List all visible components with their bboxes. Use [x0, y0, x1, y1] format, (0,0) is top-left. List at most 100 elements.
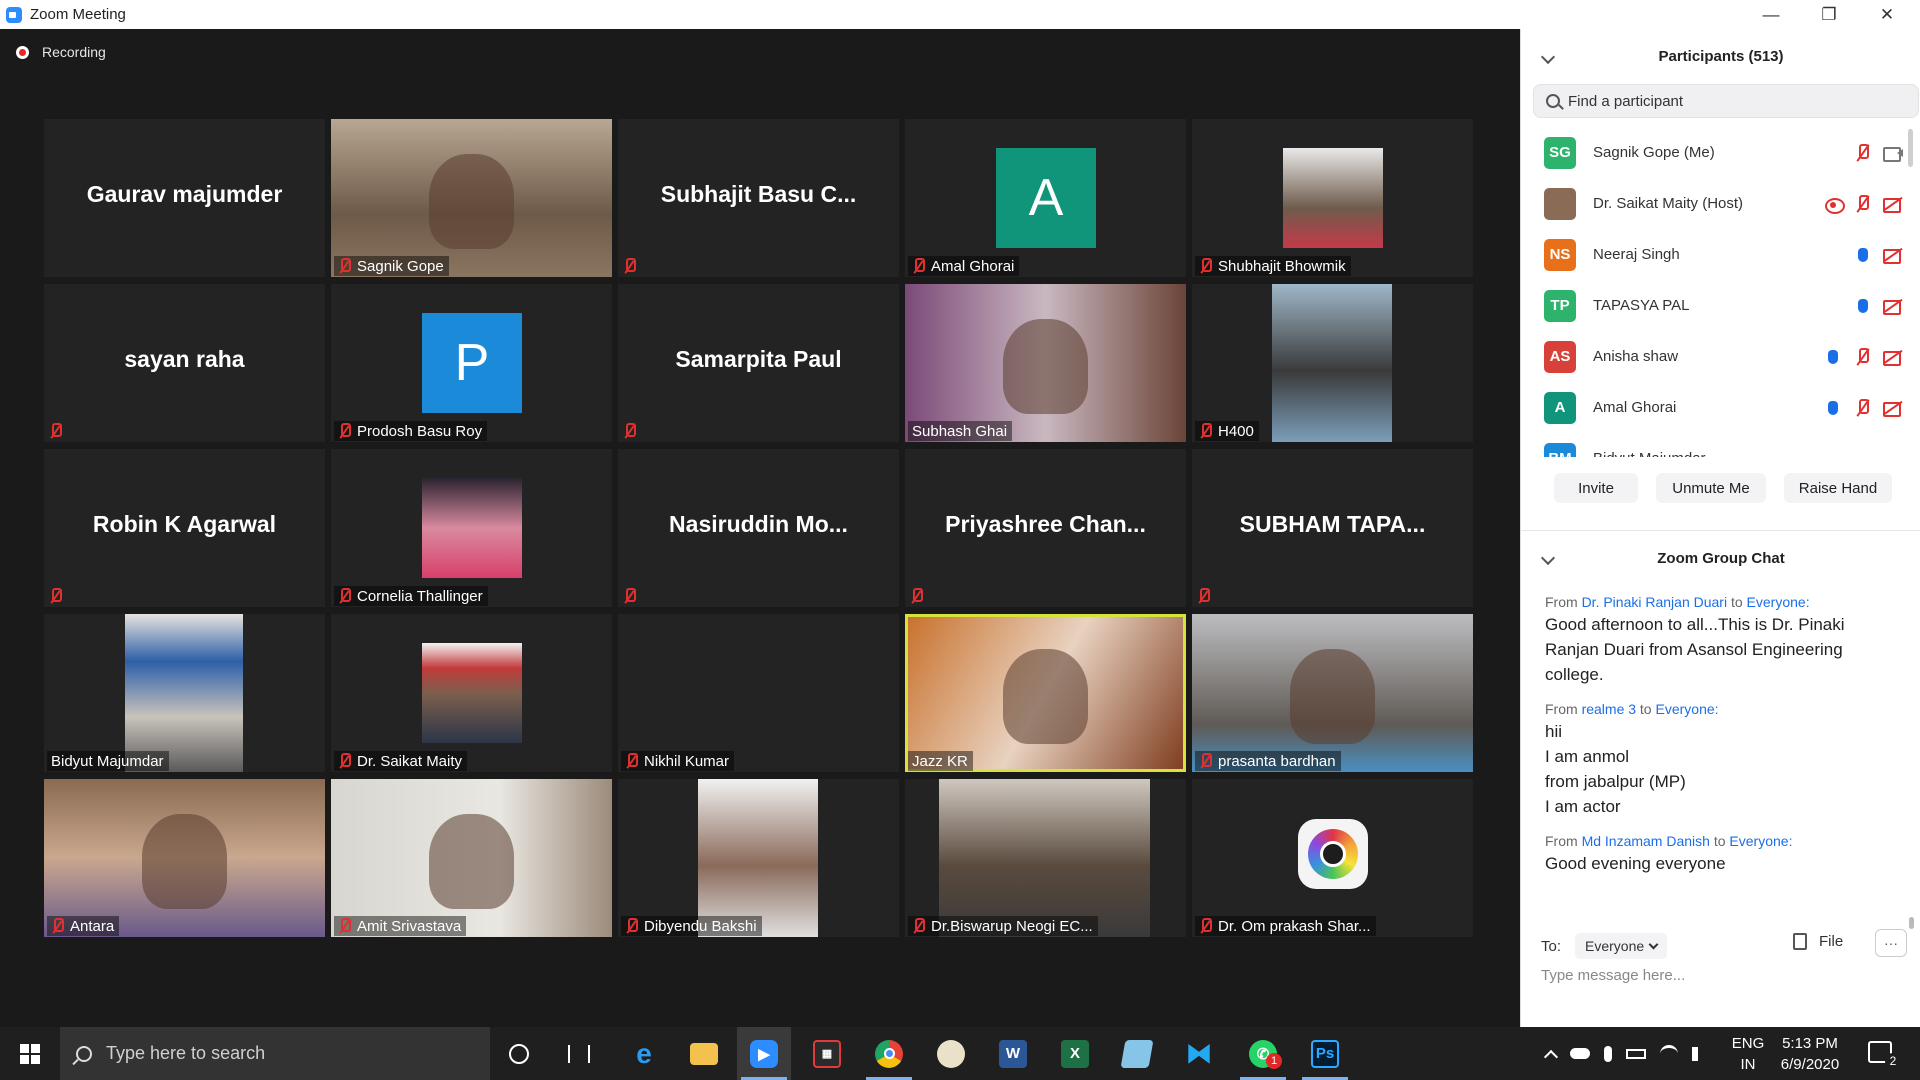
word-app[interactable]: W	[986, 1027, 1040, 1080]
collapse-participants-chevron-icon[interactable]	[1540, 49, 1556, 64]
task-view-button[interactable]	[552, 1027, 606, 1080]
video-tile[interactable]: Nasiruddin Mo...	[618, 449, 899, 607]
unmute-me-button[interactable]: Unmute Me	[1656, 473, 1766, 503]
participant-name: Cornelia Thallinger	[357, 587, 483, 605]
zoom-app-icon	[6, 6, 22, 23]
video-tile[interactable]: Jazz KR	[905, 614, 1186, 772]
participant-row[interactable]: Dr. Saikat Maity (Host)	[1521, 178, 1913, 229]
chat-scrollbar[interactable]	[1909, 549, 1914, 929]
maximize-button[interactable]: ❐	[1800, 0, 1858, 29]
edge-app[interactable]: e	[617, 1027, 671, 1080]
video-tile[interactable]: Priyashree Chan...	[905, 449, 1186, 607]
video-tile[interactable]: Nikhil Kumar	[618, 614, 899, 772]
sender-name[interactable]: realme 3	[1582, 701, 1636, 717]
video-tile[interactable]: Antara	[44, 779, 325, 937]
file-button[interactable]: File	[1793, 933, 1843, 950]
system-clock[interactable]: 5:13 PM 6/9/2020	[1760, 1033, 1860, 1075]
collapse-chat-chevron-icon[interactable]	[1540, 550, 1556, 566]
video-tile[interactable]: Amit Srivastava	[331, 779, 612, 937]
taskbar-search-box[interactable]: Type here to search	[60, 1027, 490, 1080]
onedrive-icon[interactable]	[1570, 1048, 1590, 1059]
panel-divider	[1521, 530, 1920, 531]
participant-list-scrollbar[interactable]	[1908, 129, 1913, 167]
word-icon: W	[999, 1039, 1027, 1068]
video-off-icon	[1883, 245, 1903, 265]
wifi-icon[interactable]	[1660, 1044, 1678, 1063]
recipient-name[interactable]: Everyone:	[1747, 594, 1810, 610]
recipient-name[interactable]: Everyone:	[1729, 833, 1792, 849]
participant-row[interactable]: A Amal Ghorai	[1521, 382, 1913, 433]
volume-icon[interactable]	[1692, 1046, 1706, 1061]
whatsapp-app[interactable]: ✆ 1	[1236, 1027, 1290, 1080]
video-tile[interactable]: Dr.Biswarup Neogi EC...	[905, 779, 1186, 937]
participant-name-label: Sagnik Gope	[334, 256, 449, 276]
participant-row[interactable]: BM Bidyut Majumdar	[1521, 433, 1913, 457]
participant-row[interactable]: AS Anisha shaw	[1521, 331, 1913, 382]
video-tile[interactable]: Cornelia Thallinger	[331, 449, 612, 607]
participant-name-label: Nikhil Kumar	[621, 751, 735, 771]
participant-status-icons	[1823, 347, 1903, 367]
video-tile[interactable]: P Prodosh Basu Roy	[331, 284, 612, 442]
find-participant-input[interactable]: Find a participant	[1533, 84, 1919, 118]
sender-name[interactable]: Dr. Pinaki Ranjan Duari	[1582, 594, 1728, 610]
video-tile[interactable]: sayan raha	[44, 284, 325, 442]
video-tile[interactable]: Dr. Saikat Maity	[331, 614, 612, 772]
participant-row[interactable]: NS Neeraj Singh	[1521, 229, 1913, 280]
excel-app[interactable]: X	[1048, 1027, 1102, 1080]
participant-name-label: Dibyendu Bakshi	[621, 916, 762, 936]
minimize-button[interactable]: —	[1742, 0, 1800, 29]
participant-avatar: BM	[1544, 442, 1576, 457]
notepad-app[interactable]	[1110, 1027, 1164, 1080]
video-tile[interactable]: Gaurav majumder	[44, 119, 325, 277]
participant-row[interactable]: SG Sagnik Gope (Me)	[1521, 127, 1913, 178]
filmora-app[interactable]: ▦	[800, 1027, 854, 1080]
video-tile[interactable]: A Amal Ghorai	[905, 119, 1186, 277]
video-tile[interactable]: Dibyendu Bakshi	[618, 779, 899, 937]
video-tile[interactable]: Dr. Om prakash Shar...	[1192, 779, 1473, 937]
video-tile[interactable]: prasanta bardhan	[1192, 614, 1473, 772]
profile-photo	[939, 779, 1150, 937]
video-tile[interactable]: Sagnik Gope	[331, 119, 612, 277]
recipient-dropdown[interactable]: Everyone	[1575, 933, 1668, 959]
participant-avatar	[1544, 187, 1576, 220]
participant-row[interactable]: TP TAPASYA PAL	[1521, 280, 1913, 331]
vscode-app[interactable]: ⧓	[1172, 1027, 1226, 1080]
photoshop-app[interactable]: Ps	[1298, 1027, 1352, 1080]
participant-name: Bidyut Majumdar	[51, 752, 164, 770]
start-button[interactable]	[0, 1027, 60, 1080]
recipient-name[interactable]: Everyone:	[1656, 701, 1719, 717]
close-button[interactable]: ✕	[1858, 0, 1916, 29]
participant-name: Anisha shaw	[1593, 348, 1679, 365]
cortana-button[interactable]	[492, 1027, 546, 1080]
file-explorer-app[interactable]	[677, 1027, 731, 1080]
participant-avatar: SG	[1544, 136, 1576, 169]
participant-name-label: Cornelia Thallinger	[334, 586, 488, 606]
more-options-button[interactable]: ···	[1875, 929, 1907, 957]
video-tile[interactable]: Samarpita Paul	[618, 284, 899, 442]
video-tile[interactable]: Subhash Ghai	[905, 284, 1186, 442]
participant-avatar: NS	[1544, 238, 1576, 271]
chrome-app[interactable]	[862, 1027, 916, 1080]
video-tile[interactable]: SUBHAM TAPA...	[1192, 449, 1473, 607]
video-tile[interactable]: Robin K Agarwal	[44, 449, 325, 607]
raise-hand-button[interactable]: Raise Hand	[1784, 473, 1892, 503]
participant-display-name: sayan raha	[124, 346, 245, 372]
participant-video	[1290, 648, 1375, 744]
muted-mic-icon	[1199, 258, 1212, 274]
video-tile[interactable]: Bidyut Majumdar	[44, 614, 325, 772]
profile-photo	[422, 478, 522, 578]
recording-indicator[interactable]: Recording	[16, 44, 106, 60]
chevron-up-icon[interactable]	[1543, 1049, 1559, 1064]
video-tile[interactable]: H400	[1192, 284, 1473, 442]
invite-button[interactable]: Invite	[1554, 473, 1638, 503]
participant-list[interactable]: SG Sagnik Gope (Me) Dr. Saikat Maity (Host…	[1521, 127, 1913, 457]
microphone-icon[interactable]	[1604, 1045, 1612, 1062]
battery-icon[interactable]	[1626, 1048, 1646, 1059]
chat-message-input[interactable]: Type message here...	[1541, 967, 1685, 984]
zoom-taskbar-app[interactable]: ▶	[737, 1027, 791, 1080]
sender-name[interactable]: Md Inzamam Danish	[1582, 833, 1710, 849]
video-tile[interactable]: Subhajit Basu C...	[618, 119, 899, 277]
paint-app[interactable]	[924, 1027, 978, 1080]
system-tray	[1543, 1027, 1706, 1080]
video-tile[interactable]: Shubhajit Bhowmik	[1192, 119, 1473, 277]
